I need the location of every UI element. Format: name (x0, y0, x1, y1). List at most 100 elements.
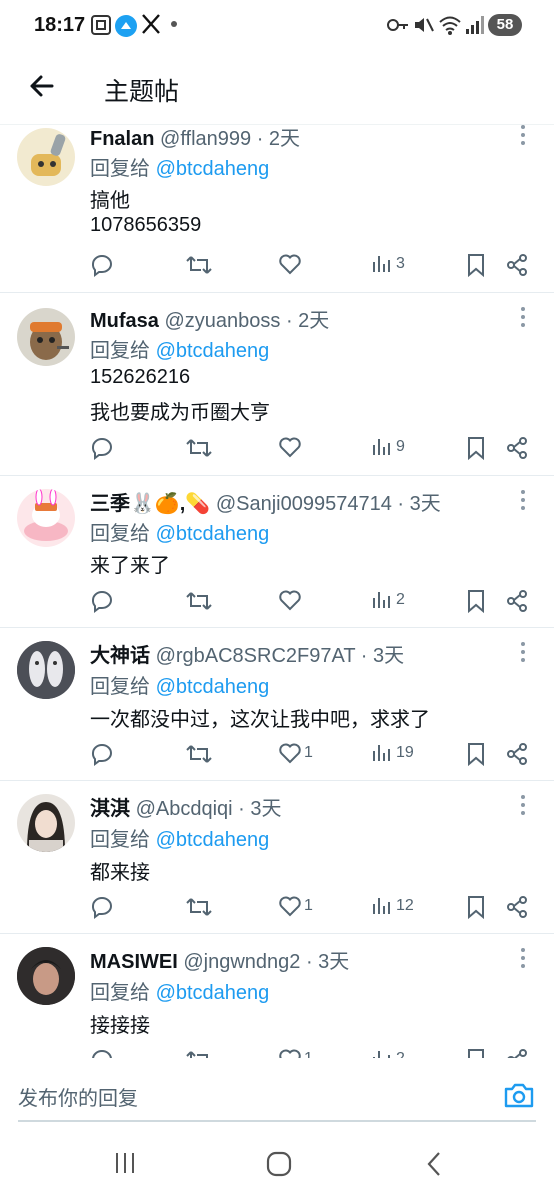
retweet-icon[interactable] (186, 894, 212, 920)
author-name[interactable]: Mufasa (90, 310, 159, 332)
reply-item[interactable]: Mufasa @zyuanboss · 2天 回复给 @btcdaheng 15… (0, 292, 554, 476)
system-back-icon[interactable] (424, 1150, 444, 1178)
share-icon[interactable] (505, 435, 529, 461)
back-arrow-icon[interactable] (26, 70, 58, 102)
heart-icon (279, 254, 301, 275)
reply-text: 接接接 (90, 1015, 150, 1037)
more-options-icon[interactable] (516, 124, 530, 146)
reply-text: 来了来了 (90, 555, 170, 577)
post-time: · 3天 (232, 798, 282, 820)
more-options-icon[interactable] (516, 794, 530, 816)
mention-link[interactable]: @btcdaheng (156, 676, 270, 698)
views-button[interactable]: 12 (370, 894, 420, 920)
mention-link[interactable]: @btcdaheng (156, 829, 270, 851)
reply-text: 都来接 (90, 862, 150, 884)
post-time: · 2天 (280, 310, 330, 332)
avatar[interactable] (17, 489, 75, 547)
like-button[interactable] (278, 435, 318, 461)
like-button[interactable]: 1 (278, 1047, 318, 1058)
view-count: 3 (396, 255, 405, 272)
status-time: 18:17 (34, 14, 86, 36)
author-name[interactable]: Fnalan (90, 128, 154, 150)
heart-icon (279, 743, 301, 764)
share-icon[interactable] (505, 741, 529, 767)
reply-item[interactable]: 淇淇 @Abcdqiqi · 3天 回复给 @btcdaheng 都来接 1 1… (0, 780, 554, 934)
retweet-icon[interactable] (186, 741, 212, 767)
reply-icon[interactable] (90, 1047, 114, 1058)
avatar[interactable] (17, 128, 75, 186)
views-button[interactable]: 2 (370, 1047, 420, 1058)
avatar-image (17, 641, 75, 699)
bookmark-icon[interactable] (465, 588, 487, 614)
author-handle[interactable]: @Sanji0099574714 (216, 493, 392, 515)
reply-to-label: 回复给 (90, 676, 150, 698)
like-button[interactable] (278, 588, 318, 614)
author-name[interactable]: 淇淇 (90, 798, 130, 820)
bookmark-icon[interactable] (465, 894, 487, 920)
like-button[interactable]: 1 (278, 894, 318, 920)
mention-link[interactable]: @btcdaheng (156, 982, 270, 1004)
more-options-icon[interactable] (516, 641, 530, 663)
reply-icon[interactable] (90, 252, 114, 278)
camera-icon[interactable] (503, 1080, 535, 1110)
author-handle[interactable]: @fflan999 (160, 128, 251, 150)
more-options-icon[interactable] (516, 947, 530, 969)
reply-input[interactable]: 发布你的回复 (18, 1082, 138, 1111)
mention-link[interactable]: @btcdaheng (156, 158, 270, 180)
author-handle[interactable]: @jngwndng2 (183, 951, 300, 973)
analytics-icon (373, 1051, 390, 1058)
reply-item[interactable]: Fnalan @fflan999 · 2天 回复给 @btcdaheng 搞他 … (0, 124, 554, 293)
avatar[interactable] (17, 794, 75, 852)
home-icon[interactable] (265, 1150, 293, 1178)
bookmark-icon[interactable] (465, 1047, 487, 1058)
share-icon[interactable] (505, 588, 529, 614)
heart-icon (279, 1049, 301, 1058)
like-button[interactable]: 1 (278, 741, 318, 767)
avatar[interactable] (17, 947, 75, 1005)
share-icon[interactable] (505, 894, 529, 920)
like-button[interactable] (278, 252, 318, 278)
reply-composer: 发布你的回复 (0, 1058, 554, 1128)
reply-icon[interactable] (90, 588, 114, 614)
avatar[interactable] (17, 641, 75, 699)
reply-icon[interactable] (90, 435, 114, 461)
views-button[interactable]: 9 (370, 435, 420, 461)
share-icon[interactable] (505, 1047, 529, 1058)
reply-item[interactable]: MASIWEI @jngwndng2 · 3天 回复给 @btcdaheng 接… (0, 933, 554, 1058)
signal-icon (466, 16, 484, 34)
notification-dot-icon (171, 21, 177, 27)
bookmark-icon[interactable] (465, 435, 487, 461)
retweet-icon[interactable] (186, 1047, 212, 1058)
recent-apps-icon[interactable] (112, 1150, 138, 1176)
bookmark-icon[interactable] (465, 741, 487, 767)
views-button[interactable]: 19 (370, 741, 420, 767)
reply-icon[interactable] (90, 894, 114, 920)
views-button[interactable]: 3 (370, 252, 420, 278)
top-app-bar: 主题帖 (0, 52, 554, 125)
author-handle[interactable]: @Abcdqiqi (136, 798, 233, 820)
retweet-icon[interactable] (186, 435, 212, 461)
author-name[interactable]: 大神话 (90, 645, 150, 667)
like-count: 1 (304, 744, 313, 761)
author-name[interactable]: 三季🐰🍊,💊 (90, 493, 210, 515)
retweet-icon[interactable] (186, 252, 212, 278)
author-handle[interactable]: @zyuanboss (164, 310, 280, 332)
reply-item[interactable]: 三季🐰🍊,💊 @Sanji0099574714 · 3天 回复给 @btcdah… (0, 475, 554, 628)
avatar[interactable] (17, 308, 75, 366)
share-icon[interactable] (505, 252, 529, 278)
heart-icon (279, 437, 301, 458)
reply-item[interactable]: 大神话 @rgbAC8SRC2F97AT · 3天 回复给 @btcdaheng… (0, 627, 554, 781)
bookmark-icon[interactable] (465, 252, 487, 278)
retweet-icon[interactable] (186, 588, 212, 614)
views-button[interactable]: 2 (370, 588, 420, 614)
more-options-icon[interactable] (516, 306, 530, 328)
avatar-image (24, 489, 68, 541)
mention-link[interactable]: @btcdaheng (156, 340, 270, 362)
author-handle[interactable]: @rgbAC8SRC2F97AT (156, 645, 356, 667)
mention-link[interactable]: @btcdaheng (156, 523, 270, 545)
reply-feed[interactable]: Fnalan @fflan999 · 2天 回复给 @btcdaheng 搞他 … (0, 124, 554, 1058)
more-options-icon[interactable] (516, 489, 530, 511)
analytics-icon (373, 256, 390, 272)
author-name[interactable]: MASIWEI (90, 951, 178, 973)
reply-icon[interactable] (90, 741, 114, 767)
